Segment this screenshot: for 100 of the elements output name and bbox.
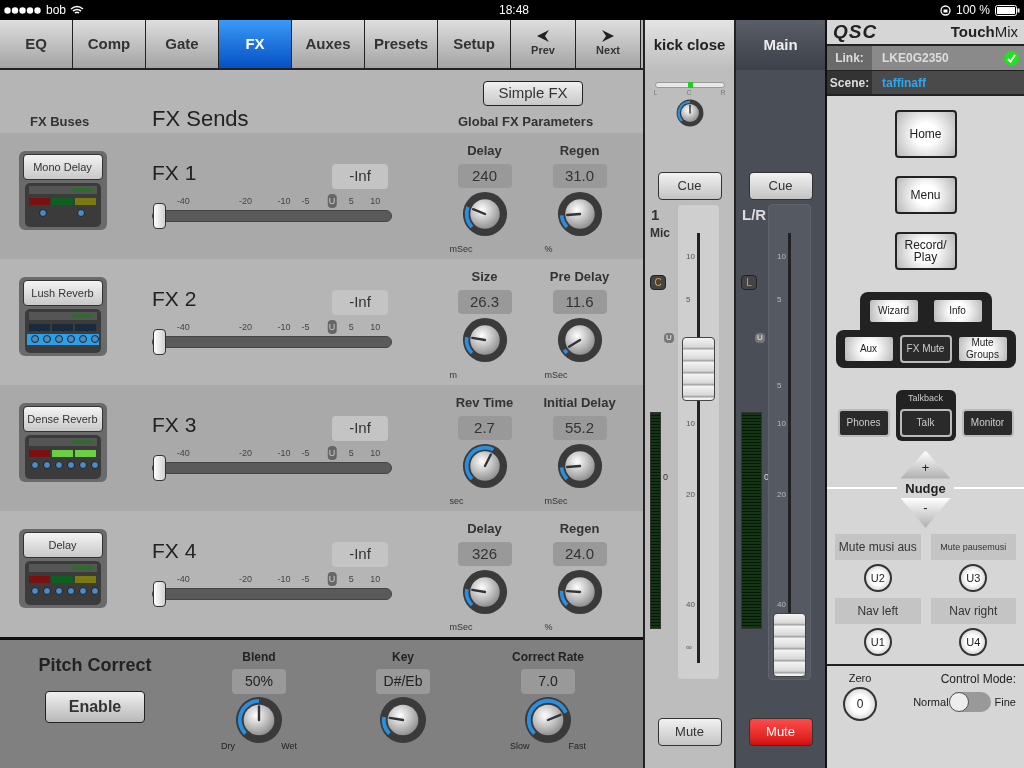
cue-button[interactable]: Cue — [657, 172, 722, 200]
scale-label: 5 — [347, 321, 355, 334]
pitch-correct-title: Pitch Correct — [38, 654, 152, 677]
scale-label: -40 — [175, 195, 191, 208]
cue-button[interactable]: Cue — [748, 172, 813, 200]
enable-button[interactable]: Enable — [45, 691, 145, 723]
mute-button[interactable]: Mute — [657, 718, 722, 746]
range-label: Dry — [221, 740, 235, 753]
effect-select-button[interactable]: Lush Reverb — [22, 280, 103, 306]
carrier-name: bob — [46, 2, 67, 19]
effect-select-button[interactable]: Delay — [22, 532, 103, 558]
user-button-caption: Mute musi aus — [835, 534, 921, 560]
send-value: -Inf — [332, 542, 388, 567]
zero-button[interactable]: 0 — [843, 686, 877, 721]
panel-button[interactable]: Phones — [837, 408, 890, 437]
knob[interactable] — [235, 696, 283, 744]
knob[interactable] — [675, 98, 704, 127]
panel-button[interactable]: Record/ Play — [894, 232, 957, 270]
switch-label: Fine — [994, 694, 1016, 710]
nudge-down-button[interactable]: - — [900, 498, 951, 528]
knob[interactable] — [524, 696, 572, 744]
scale-label: -10 — [276, 573, 292, 586]
slider-handle[interactable] — [153, 329, 166, 355]
scale-label: 5 — [347, 447, 355, 460]
user-button[interactable]: U3 — [959, 564, 988, 592]
parameter-value: 55.2 — [552, 415, 607, 440]
control-mode-label: Control Mode: — [940, 671, 1016, 688]
fader-scale-label: U — [755, 333, 765, 344]
fader-scale-label: 10 — [686, 418, 695, 429]
scale-label: U — [327, 446, 337, 460]
left-arrow-icon — [536, 29, 550, 42]
send-value: -Inf — [332, 416, 388, 441]
parameter-value: 7.0 — [521, 669, 575, 694]
tab[interactable]: FX — [219, 20, 292, 68]
tab[interactable]: Presets — [365, 20, 438, 68]
slider-handle[interactable] — [153, 581, 166, 607]
mute-button[interactable]: Mute — [748, 718, 813, 746]
parameter-label: Key — [392, 649, 414, 666]
unit-label: % — [544, 244, 553, 254]
switch-label: Normal — [913, 694, 949, 710]
slider-handle[interactable] — [153, 455, 166, 481]
panel-button[interactable]: Info — [931, 298, 984, 324]
user-button-caption: Mute pausemusi — [930, 534, 1016, 560]
panel-button[interactable]: Wizard — [867, 298, 920, 324]
panel-button[interactable]: Menu — [894, 176, 957, 214]
effect-select-button[interactable]: Mono Delay — [22, 154, 103, 180]
tab[interactable]: Gate — [146, 20, 219, 68]
tab[interactable]: Auxes — [292, 20, 365, 68]
tab[interactable]: Comp — [73, 20, 146, 68]
channel-badge: C — [650, 275, 666, 290]
nudge-label: Nudge — [905, 479, 946, 498]
panel-button[interactable]: Mute Groups — [956, 335, 1009, 363]
effect-select-button[interactable]: Dense Reverb — [22, 406, 103, 432]
nudge-up-button[interactable]: + — [900, 450, 951, 479]
user-button[interactable]: U4 — [959, 628, 988, 656]
link-value: LKE0G2350 — [881, 50, 950, 67]
parameter-value: D#/Eb — [376, 669, 430, 694]
fader-scale-label: 5 — [686, 295, 691, 306]
knob[interactable] — [556, 443, 603, 489]
tab[interactable]: Setup — [438, 20, 511, 68]
scale-label: 10 — [369, 195, 382, 208]
fader-handle[interactable] — [773, 613, 806, 677]
parameter-label: Initial Delay — [543, 394, 616, 412]
knob[interactable] — [556, 191, 603, 237]
knob[interactable] — [461, 569, 508, 615]
user-button[interactable]: U1 — [863, 628, 892, 656]
knob[interactable] — [379, 696, 427, 744]
simple-fx-button[interactable]: Simple FX — [483, 81, 583, 106]
meter-zero-label: 0 — [663, 471, 668, 484]
mode-switch[interactable] — [948, 692, 991, 712]
fx-name: FX 4 — [152, 538, 197, 564]
talkback-label: Talkback — [908, 392, 943, 405]
knob[interactable] — [556, 569, 603, 615]
scale-label: 5 — [347, 195, 355, 208]
parameter-label: Regen — [559, 142, 600, 160]
parameter-label: Blend — [242, 649, 276, 666]
zero-label: Zero — [848, 671, 872, 686]
knob[interactable] — [461, 317, 508, 363]
tab[interactable]: Next — [576, 20, 641, 68]
panel-button[interactable]: FX Mute — [899, 335, 952, 363]
fader-handle[interactable] — [682, 336, 715, 401]
panel-button[interactable]: Talk — [899, 408, 952, 437]
tab[interactable]: Prev — [511, 20, 576, 68]
fader-scale-label: 40 — [686, 599, 695, 610]
parameter-value: 24.0 — [552, 541, 607, 566]
panel-button[interactable]: Aux — [842, 335, 895, 363]
panel-button[interactable]: Monitor — [961, 408, 1014, 437]
user-button[interactable]: U2 — [863, 564, 892, 592]
knob[interactable] — [461, 191, 508, 237]
slider-handle[interactable] — [153, 203, 166, 229]
channel-number: L/R — [742, 206, 768, 224]
scene-value: taffinaff — [881, 74, 927, 92]
knob[interactable] — [556, 317, 603, 363]
knob[interactable] — [461, 443, 508, 489]
tab[interactable]: EQ — [0, 20, 73, 68]
parameter-value: 11.6 — [552, 289, 607, 314]
unit-label: m — [449, 370, 457, 380]
strip-header[interactable]: Main — [736, 20, 825, 70]
panel-button[interactable]: Home — [894, 110, 957, 158]
section-heading: FX Sends — [152, 107, 250, 131]
